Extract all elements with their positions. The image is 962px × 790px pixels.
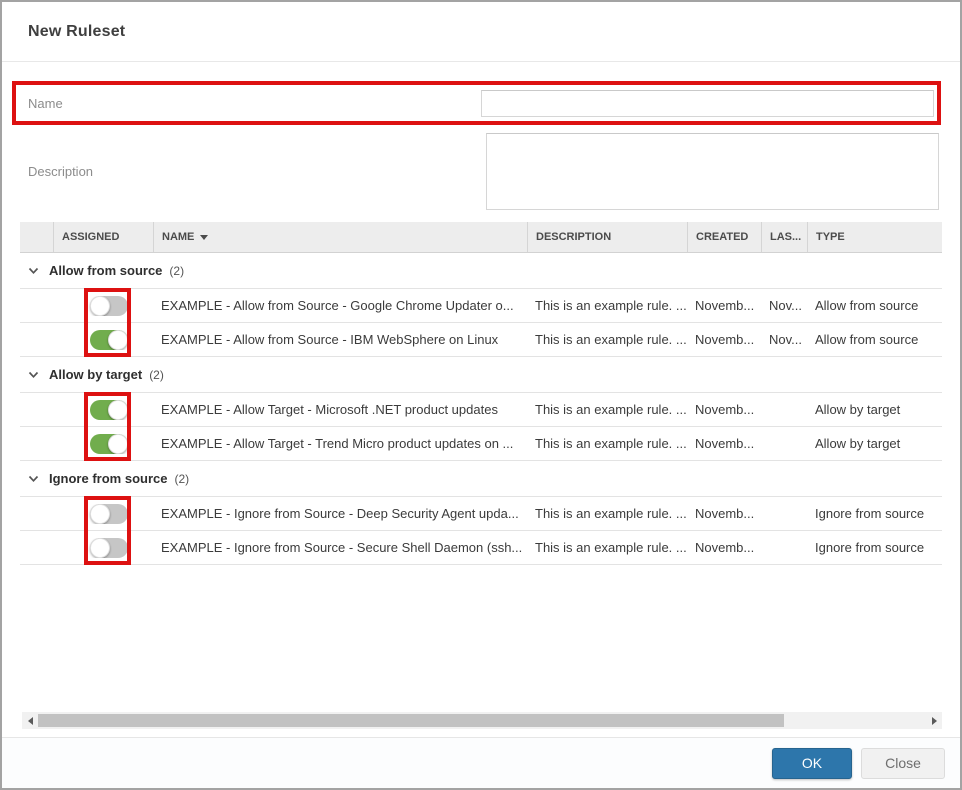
assigned-toggle-off[interactable]	[90, 504, 128, 524]
description-label: Description	[2, 164, 93, 179]
rule-name-cell: EXAMPLE - Allow Target - Microsoft .NET …	[153, 393, 527, 427]
assigned-toggle-on[interactable]	[90, 434, 128, 454]
group-rows: EXAMPLE - Allow Target - Microsoft .NET …	[20, 393, 942, 461]
assigned-toggle-on[interactable]	[90, 330, 128, 350]
assigned-cell	[53, 296, 153, 316]
rule-type-cell: Allow from source	[807, 289, 942, 323]
chevron-down-icon[interactable]	[28, 371, 40, 379]
table-row[interactable]: EXAMPLE - Allow Target - Microsoft .NET …	[20, 393, 942, 427]
group-rows: EXAMPLE - Allow from Source - Google Chr…	[20, 289, 942, 357]
toggle-knob	[90, 538, 110, 558]
group-header-row[interactable]: Allow by target (2)	[20, 357, 942, 393]
column-header-assigned[interactable]: ASSIGNED	[53, 222, 153, 252]
rule-created-cell: Novemb...	[687, 323, 761, 357]
toggle-knob	[108, 400, 128, 420]
dialog-header: New Ruleset	[2, 2, 960, 62]
scroll-left-button[interactable]	[22, 712, 38, 729]
scroll-right-icon	[932, 717, 937, 725]
table-row[interactable]: EXAMPLE - Allow from Source - IBM WebSph…	[20, 323, 942, 357]
rule-created-cell: Novemb...	[687, 497, 761, 531]
assigned-cell	[53, 434, 153, 454]
group-count: (2)	[149, 368, 164, 382]
assigned-toggle-on[interactable]	[90, 400, 128, 420]
rule-name-cell: EXAMPLE - Ignore from Source - Secure Sh…	[153, 531, 527, 565]
rule-created-cell: Novemb...	[687, 393, 761, 427]
group-label: Allow by target	[49, 367, 142, 382]
group-count: (2)	[174, 472, 189, 486]
rule-created-cell: Novemb...	[687, 427, 761, 461]
group-header-row[interactable]: Ignore from source (2)	[20, 461, 942, 497]
rule-name-cell: EXAMPLE - Allow from Source - IBM WebSph…	[153, 323, 527, 357]
rule-type-cell: Ignore from source	[807, 531, 942, 565]
rule-last-cell: Nov...	[761, 289, 807, 323]
toggle-knob	[108, 434, 128, 454]
column-header-spacer	[20, 222, 53, 252]
horizontal-scrollbar[interactable]	[22, 712, 942, 729]
scroll-left-icon	[28, 717, 33, 725]
rule-created-cell: Novemb...	[687, 289, 761, 323]
rule-description-cell: This is an example rule. ...	[527, 393, 687, 427]
table-group: Allow from source (2) EXAMPLE - Allow from…	[20, 253, 942, 357]
column-header-description[interactable]: DESCRIPTION	[527, 222, 687, 252]
assigned-toggle-off[interactable]	[90, 296, 128, 316]
dialog-footer: OK Close	[2, 737, 960, 788]
group-label: Allow from source	[49, 263, 162, 278]
rule-type-cell: Ignore from source	[807, 497, 942, 531]
chevron-down-icon[interactable]	[28, 475, 40, 483]
page-title: New Ruleset	[28, 23, 125, 41]
rule-description-cell: This is an example rule. ...	[527, 289, 687, 323]
assigned-cell	[53, 538, 153, 558]
name-input[interactable]	[481, 90, 934, 117]
table-body: Allow from source (2) EXAMPLE - Allow from…	[20, 253, 942, 565]
rule-created-cell: Novemb...	[687, 531, 761, 565]
rule-name-cell: EXAMPLE - Allow Target - Trend Micro pro…	[153, 427, 527, 461]
table-group: Ignore from source (2) EXAMPLE - Ignore fr…	[20, 461, 942, 565]
column-header-type[interactable]: TYPE	[807, 222, 942, 252]
rule-description-cell: This is an example rule. ...	[527, 531, 687, 565]
table-group: Allow by target (2) EXAMPLE - Allow Target…	[20, 357, 942, 461]
table-row[interactable]: EXAMPLE - Ignore from Source - Secure Sh…	[20, 531, 942, 565]
sort-descending-icon	[200, 235, 208, 240]
toggle-knob	[108, 330, 128, 350]
rules-table: ASSIGNED NAME DESCRIPTION CREATED LAS...…	[20, 222, 942, 565]
rule-description-cell: This is an example rule. ...	[527, 323, 687, 357]
rule-type-cell: Allow from source	[807, 323, 942, 357]
rule-description-cell: This is an example rule. ...	[527, 497, 687, 531]
name-label: Name	[28, 96, 63, 111]
column-header-name[interactable]: NAME	[153, 222, 527, 252]
table-row[interactable]: EXAMPLE - Allow from Source - Google Chr…	[20, 289, 942, 323]
column-header-last[interactable]: LAS...	[761, 222, 807, 252]
toggle-knob	[90, 504, 110, 524]
rule-description-cell: This is an example rule. ...	[527, 427, 687, 461]
rule-name-cell: EXAMPLE - Allow from Source - Google Chr…	[153, 289, 527, 323]
group-rows: EXAMPLE - Ignore from Source - Deep Secu…	[20, 497, 942, 565]
group-label: Ignore from source	[49, 471, 167, 486]
scroll-right-button[interactable]	[926, 712, 942, 729]
assigned-cell	[53, 504, 153, 524]
table-header: ASSIGNED NAME DESCRIPTION CREATED LAS...…	[20, 222, 942, 253]
chevron-down-icon[interactable]	[28, 267, 40, 275]
description-row: Description	[2, 133, 939, 210]
group-count: (2)	[169, 264, 184, 278]
description-input[interactable]	[486, 133, 939, 210]
column-header-created[interactable]: CREATED	[687, 222, 761, 252]
rule-name-cell: EXAMPLE - Ignore from Source - Deep Secu…	[153, 497, 527, 531]
assigned-cell	[53, 330, 153, 350]
new-ruleset-dialog: New Ruleset Name Description ASSIGNED NA…	[0, 0, 962, 790]
rule-type-cell: Allow by target	[807, 427, 942, 461]
group-header-row[interactable]: Allow from source (2)	[20, 253, 942, 289]
close-button[interactable]: Close	[861, 748, 945, 779]
table-row[interactable]: EXAMPLE - Allow Target - Trend Micro pro…	[20, 427, 942, 461]
scrollbar-thumb[interactable]	[38, 714, 784, 727]
column-header-name-label: NAME	[162, 231, 194, 243]
ok-button[interactable]: OK	[772, 748, 852, 779]
annotation-box-name-field: Name	[12, 81, 941, 125]
rule-last-cell: Nov...	[761, 323, 807, 357]
rule-type-cell: Allow by target	[807, 393, 942, 427]
table-row[interactable]: EXAMPLE - Ignore from Source - Deep Secu…	[20, 497, 942, 531]
assigned-toggle-off[interactable]	[90, 538, 128, 558]
toggle-knob	[90, 296, 110, 316]
assigned-cell	[53, 400, 153, 420]
